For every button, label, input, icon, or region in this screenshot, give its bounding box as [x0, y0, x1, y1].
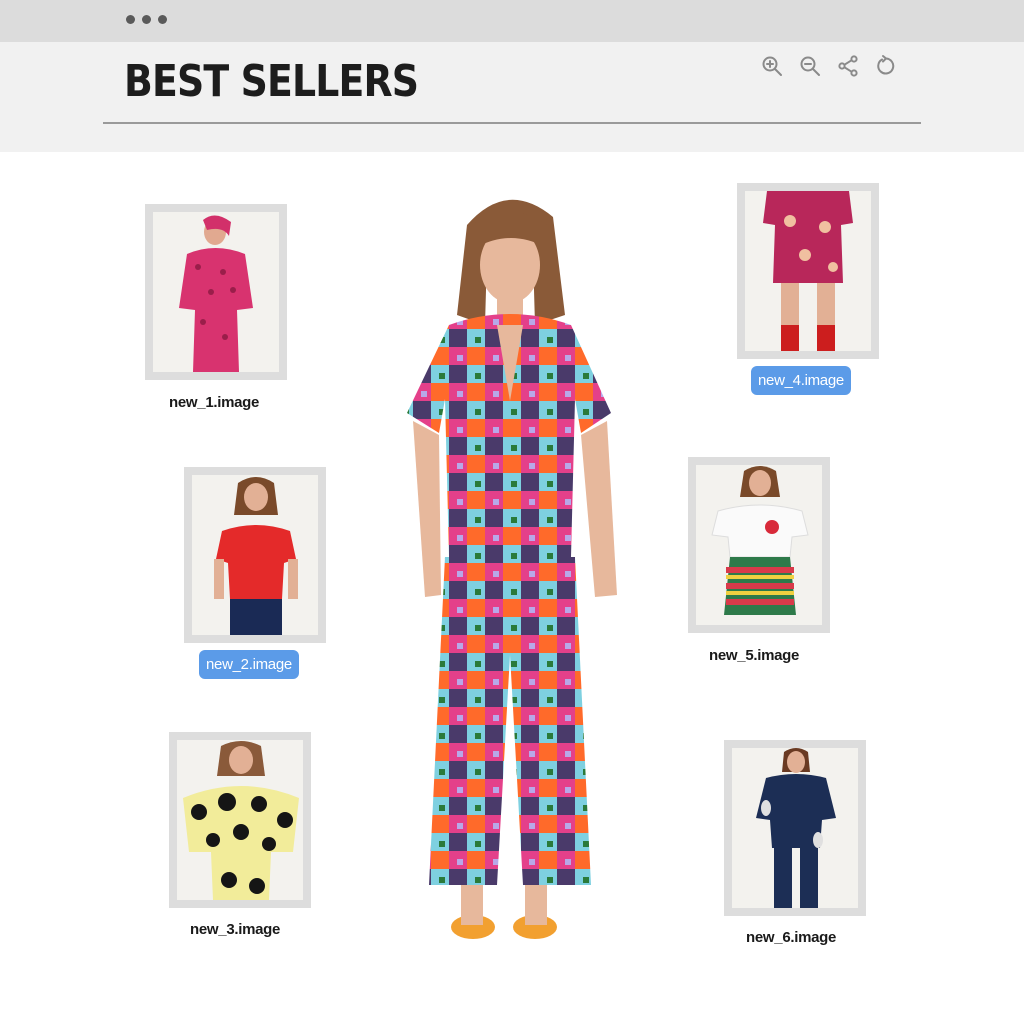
product-photo [732, 748, 858, 908]
product-photo [153, 212, 279, 372]
toolbar [760, 54, 898, 78]
thumbnail-new-6[interactable] [724, 740, 866, 916]
thumbnail-label: new_3.image [190, 921, 281, 938]
thumbnail-new-3[interactable] [169, 732, 311, 908]
thumbnail-label: new_2.image [199, 650, 299, 679]
thumbnail-label: new_1.image [169, 394, 260, 411]
product-photo [696, 465, 822, 625]
thumbnail-label: new_4.image [751, 366, 851, 395]
thumbnail-label: new_6.image [746, 929, 837, 946]
header-divider [103, 122, 921, 124]
zoom-out-icon[interactable] [798, 54, 822, 78]
window-dot-icon[interactable] [126, 15, 135, 24]
window-dot-icon[interactable] [142, 15, 151, 24]
window-titlebar [0, 0, 1024, 42]
product-photo [177, 740, 303, 900]
product-photo [745, 191, 871, 351]
thumbnail-new-2[interactable] [184, 467, 326, 643]
thumbnail-new-4[interactable] [737, 183, 879, 359]
window-controls[interactable] [126, 15, 167, 24]
rotate-icon[interactable] [874, 54, 898, 78]
thumbnail-label: new_5.image [709, 647, 800, 664]
share-icon[interactable] [836, 54, 860, 78]
header: BEST SELLERS [0, 42, 1024, 152]
thumbnail-new-1[interactable] [145, 204, 287, 380]
window-dot-icon[interactable] [158, 15, 167, 24]
page-title: BEST SELLERS [124, 56, 419, 107]
thumbnail-new-5[interactable] [688, 457, 830, 633]
product-photo [192, 475, 318, 635]
featured-product-photo[interactable] [395, 185, 625, 955]
zoom-in-icon[interactable] [760, 54, 784, 78]
